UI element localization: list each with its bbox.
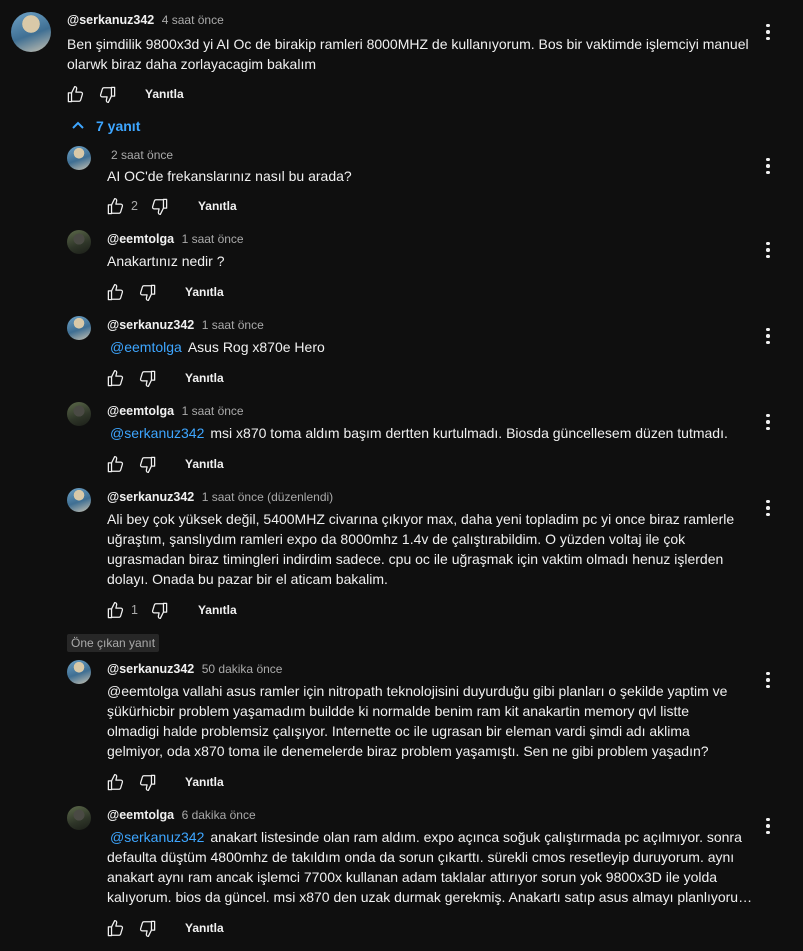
dislike-icon[interactable] <box>148 600 172 620</box>
comment-author[interactable]: @serkanuz342 <box>67 13 154 27</box>
more-vert-icon[interactable] <box>758 496 778 520</box>
replies-count: 7 yanıt <box>96 118 141 134</box>
reply-author[interactable]: @eemtolga <box>107 232 174 246</box>
dislike-icon[interactable] <box>135 454 159 474</box>
dislike-icon[interactable] <box>148 196 172 216</box>
reply-button[interactable]: Yanıtla <box>185 775 224 789</box>
dislike-icon[interactable] <box>135 368 159 388</box>
avatar[interactable] <box>67 316 91 340</box>
mention-link[interactable]: @eemtolga <box>110 339 182 355</box>
reply-text: @eemtolga vallahi asus ramler için nitro… <box>107 683 728 759</box>
more-vert-icon[interactable] <box>758 668 778 692</box>
reply-time[interactable]: 1 saat önce <box>202 318 264 332</box>
dislike-icon[interactable] <box>95 84 119 104</box>
reply-actions: Yanıtla <box>103 918 224 938</box>
reply-author[interactable]: @serkanuz342 <box>107 318 194 332</box>
reply-button[interactable]: Yanıtla <box>185 921 224 935</box>
more-vert-icon[interactable] <box>758 20 778 44</box>
reply-text: AI OC'de frekanslarınız nasıl bu arada? <box>107 168 352 184</box>
mention-link[interactable]: @serkanuz342 <box>110 829 204 845</box>
avatar[interactable] <box>11 12 51 52</box>
comment-actions: Yanıtla <box>63 84 184 104</box>
reply-text: Anakartınız nedir ? <box>107 253 225 269</box>
avatar[interactable] <box>67 146 91 170</box>
avatar[interactable] <box>67 402 91 426</box>
reply-header: 2 saat önce <box>111 148 173 162</box>
chevron-up-icon <box>72 121 84 129</box>
dislike-icon[interactable] <box>135 282 159 302</box>
reply-header: @eemtolga 1 saat önce <box>107 232 244 246</box>
like-icon[interactable] <box>103 368 127 388</box>
reply-author[interactable]: @serkanuz342 <box>107 662 194 676</box>
like-icon[interactable] <box>103 454 127 474</box>
reply-button[interactable]: Yanıtla <box>198 603 237 617</box>
reply-button[interactable]: Yanıtla <box>185 371 224 385</box>
comment-time[interactable]: 4 saat önce <box>162 13 224 27</box>
more-vert-icon[interactable] <box>758 324 778 348</box>
reply-button[interactable]: Yanıtla <box>198 199 237 213</box>
reply-actions: 1 Yanıtla <box>103 600 237 620</box>
reply-button[interactable]: Yanıtla <box>185 457 224 471</box>
more-vert-icon[interactable] <box>758 154 778 178</box>
like-icon[interactable] <box>103 772 127 792</box>
reply-actions: 2 Yanıtla <box>103 196 237 216</box>
reply-text: @serkanuz342 msi x870 toma aldım başım de… <box>110 425 728 441</box>
more-vert-icon[interactable] <box>758 410 778 434</box>
dislike-icon[interactable] <box>135 772 159 792</box>
reply-header: @serkanuz342 50 dakika önce <box>107 662 282 676</box>
reply-time[interactable]: 1 saat önce (düzenlendi) <box>202 490 333 504</box>
reply-author[interactable]: @serkanuz342 <box>107 490 194 504</box>
reply-text: @serkanuz342 anakart listesinde olan ram … <box>107 829 753 905</box>
mention-link[interactable]: @serkanuz342 <box>110 425 204 441</box>
reply-time[interactable]: 2 saat önce <box>111 148 173 162</box>
reply-actions: Yanıtla <box>103 454 224 474</box>
avatar[interactable] <box>67 230 91 254</box>
like-icon[interactable] <box>103 196 127 216</box>
more-vert-icon[interactable] <box>758 814 778 838</box>
comment-text: Ben şimdilik 9800x3d yi AI Oc de birakip… <box>67 36 749 72</box>
reply-time[interactable]: 50 dakika önce <box>202 662 283 676</box>
reply-actions: Yanıtla <box>103 368 224 388</box>
reply-time[interactable]: 1 saat önce <box>182 232 244 246</box>
avatar[interactable] <box>67 660 91 684</box>
like-icon[interactable] <box>63 84 87 104</box>
replies-toggle[interactable]: 7 yanıt <box>70 118 140 134</box>
reply-author[interactable]: @eemtolga <box>107 404 174 418</box>
reply-author[interactable]: @eemtolga <box>107 808 174 822</box>
like-count: 1 <box>131 603 138 617</box>
reply-header: @eemtolga 6 dakika önce <box>107 808 256 822</box>
reply-header: @serkanuz342 1 saat önce (düzenlendi) <box>107 490 333 504</box>
reply-header: @eemtolga 1 saat önce <box>107 404 244 418</box>
highlighted-reply-badge: Öne çıkan yanıt <box>67 634 160 652</box>
reply-header: @serkanuz342 1 saat önce <box>107 318 264 332</box>
like-count: 2 <box>131 199 138 213</box>
dislike-icon[interactable] <box>135 918 159 938</box>
reply-time[interactable]: 6 dakika önce <box>182 808 256 822</box>
avatar[interactable] <box>67 488 91 512</box>
avatar[interactable] <box>67 806 91 830</box>
reply-time[interactable]: 1 saat önce <box>182 404 244 418</box>
like-icon[interactable] <box>103 600 127 620</box>
like-icon[interactable] <box>103 282 127 302</box>
reply-actions: Yanıtla <box>103 772 224 792</box>
more-vert-icon[interactable] <box>758 238 778 262</box>
reply-text: Ali bey çok yüksek değil, 5400MHZ civarı… <box>107 511 735 587</box>
like-icon[interactable] <box>103 918 127 938</box>
reply-actions: Yanıtla <box>103 282 224 302</box>
comment-header: @serkanuz342 4 saat önce <box>67 13 224 27</box>
reply-button[interactable]: Yanıtla <box>185 285 224 299</box>
reply-button[interactable]: Yanıtla <box>145 87 184 101</box>
reply-text: @eemtolga Asus Rog x870e Hero <box>110 339 325 355</box>
